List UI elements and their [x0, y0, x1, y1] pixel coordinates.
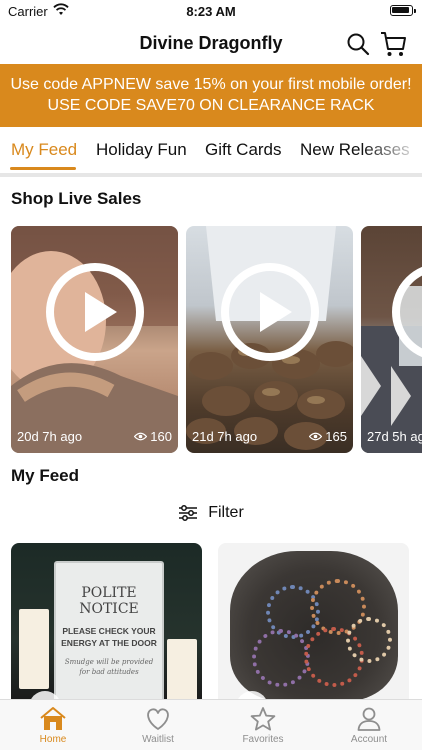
play-icon[interactable] [391, 262, 422, 362]
cart-icon[interactable] [379, 30, 407, 58]
notice-body: PLEASE CHECK YOUR ENERGY AT THE DOOR [61, 626, 157, 648]
star-icon [250, 707, 276, 731]
filter-button[interactable]: Filter [0, 504, 422, 526]
filter-icon [179, 505, 198, 521]
candle-decoration [167, 639, 197, 703]
bracelet-decoration [252, 629, 310, 687]
category-tabs: My Feed Holiday Fun Gift Cards New Relea… [0, 127, 422, 173]
promo-line-2: USE CODE SAVE70 ON CLEARANCE RACK [47, 97, 375, 114]
sale-age: 21d 7h ago [192, 429, 258, 444]
view-count: 165 [309, 429, 347, 444]
nav-bar: Divine Dragonfly [0, 24, 422, 64]
tab-my-feed[interactable]: My Feed [11, 140, 77, 160]
tab-waitlist[interactable]: Waitlist [116, 706, 200, 745]
heart-icon [147, 708, 169, 730]
tab-home[interactable]: Home [11, 706, 95, 745]
sale-age: 27d 5h ago [367, 429, 422, 444]
status-bar: Carrier 8:23 AM [0, 0, 422, 24]
filter-label: Filter [208, 504, 244, 521]
tab-home-label: Home [39, 734, 67, 745]
notice-footnote: Smudge will be provided for bad attitude… [64, 658, 154, 676]
live-sale-card[interactable]: 20d 7h ago 160 [11, 226, 178, 453]
live-sale-card[interactable]: 27d 5h ago [361, 226, 422, 453]
promo-banner[interactable]: Use code APPNEW save 15% on your first m… [0, 64, 422, 127]
view-count: 160 [134, 429, 172, 444]
eye-icon [134, 432, 148, 441]
search-icon[interactable] [346, 32, 370, 56]
tab-holiday-fun[interactable]: Holiday Fun [96, 140, 187, 160]
live-sales-heading: Shop Live Sales [11, 189, 142, 208]
tab-account[interactable]: Account [327, 706, 411, 745]
feed-heading: My Feed [11, 466, 80, 485]
promo-line-1: Use code APPNEW save 15% on your first m… [10, 76, 412, 93]
feed-item[interactable]: POLITE NOTICE PLEASE CHECK YOUR ENERGY A… [11, 543, 202, 703]
candle-decoration [19, 609, 49, 689]
tab-gift-cards[interactable]: Gift Cards [205, 140, 282, 160]
eye-icon [309, 432, 323, 441]
tab-waitlist-label: Waitlist [142, 734, 174, 745]
view-count-value: 160 [150, 429, 172, 444]
battery-icon [390, 5, 416, 16]
tab-favorites[interactable]: Favorites [221, 706, 305, 745]
home-icon [40, 707, 66, 730]
tab-account-label: Account [350, 734, 388, 745]
feed-item[interactable] [218, 543, 409, 703]
notice-title: POLITE NOTICE [79, 585, 139, 617]
bottom-tab-bar: Home Waitlist Favorites Account [0, 699, 422, 750]
tabs-divider [0, 173, 422, 177]
clock: 8:23 AM [186, 4, 236, 19]
tabs-fade [362, 127, 422, 173]
play-icon[interactable] [220, 262, 320, 362]
tab-favorites-label: Favorites [242, 734, 284, 745]
person-icon [357, 707, 381, 731]
bracelet-decoration [346, 617, 392, 663]
view-count-value: 165 [325, 429, 347, 444]
play-icon[interactable] [45, 262, 145, 362]
sale-age: 20d 7h ago [17, 429, 83, 444]
product-image: POLITE NOTICE PLEASE CHECK YOUR ENERGY A… [54, 561, 164, 703]
live-sale-card[interactable]: 21d 7h ago 165 [186, 226, 353, 453]
active-tab-indicator [10, 167, 76, 170]
